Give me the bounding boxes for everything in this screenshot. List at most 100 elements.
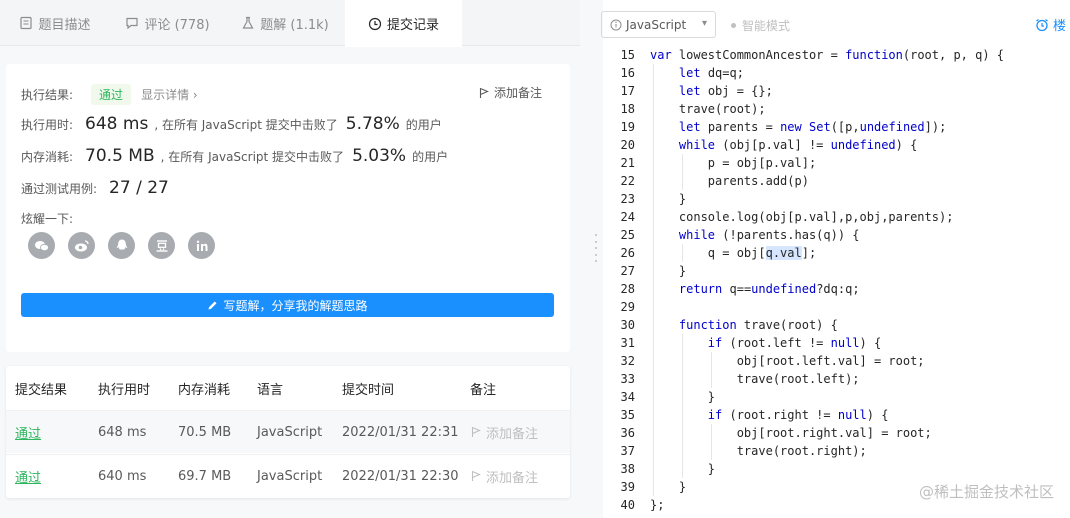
- history-button[interactable]: 楼: [1035, 15, 1066, 34]
- flag-icon: [479, 87, 489, 98]
- tab-submissions[interactable]: 提交记录: [345, 0, 462, 47]
- column-header: 提交时间: [342, 382, 395, 398]
- table-row[interactable]: 通过 648 ms 70.5 MB JavaScript 2022/01/31 …: [6, 410, 570, 453]
- wechat-icon[interactable]: [28, 232, 55, 259]
- runtime-percentile: 5.78%: [345, 114, 400, 134]
- code-line[interactable]: 30 function trave(root) {: [603, 316, 1070, 334]
- line-text: p = obj[p.val];: [650, 156, 817, 170]
- show-details-link[interactable]: 显示详情 ›: [141, 86, 198, 103]
- runtime-text: , 在所有 JavaScript 提交中击败了: [154, 118, 338, 132]
- line-text: obj[root.right.val] = root;: [650, 426, 932, 440]
- code-line[interactable]: 31 if (root.left != null) {: [603, 334, 1070, 352]
- memory-value: 70.5 MB: [85, 146, 155, 166]
- runtime-cell: 640 ms: [98, 468, 147, 484]
- tab-comments[interactable]: 评论 (778): [110, 0, 225, 46]
- add-note-button[interactable]: 添加备注: [478, 84, 542, 101]
- line-text: let obj = {};: [678, 84, 773, 98]
- line-text: let parents = new Set([p,undefined]);: [678, 120, 947, 134]
- column-header: 内存消耗: [178, 382, 231, 398]
- write-solution-button[interactable]: 写题解，分享我的解题思路: [21, 293, 554, 317]
- language-value: JavaScript: [626, 17, 687, 32]
- line-number: 21: [620, 156, 635, 170]
- line-number: 20: [620, 138, 635, 152]
- runtime-cell: 648 ms: [98, 424, 147, 440]
- code-line[interactable]: 17 let obj = {};: [603, 82, 1070, 100]
- line-text: obj[root.left.val] = root;: [650, 354, 925, 368]
- line-text: console.log(obj[p.val],p,obj,parents);: [650, 210, 954, 224]
- code-area[interactable]: 15 var lowestCommonAncestor = function(ro…: [603, 46, 1070, 518]
- line-text: }: [650, 264, 687, 278]
- code-line[interactable]: 16 let dq=q;: [603, 64, 1070, 82]
- runtime-label: 执行用时:: [21, 118, 74, 132]
- status-dot-icon: [731, 23, 736, 28]
- line-number: 36: [620, 426, 635, 440]
- code-line[interactable]: 20 while (obj[p.val] != undefined) {: [603, 136, 1070, 154]
- line-text: return q==undefined?dq:q;: [678, 282, 860, 296]
- code-line[interactable]: 32 obj[root.left.val] = root;: [603, 352, 1070, 370]
- column-header: 提交结果: [15, 382, 68, 398]
- code-line[interactable]: 26 q = obj[q.val];: [603, 244, 1070, 262]
- line-text: trave(root);: [650, 102, 766, 116]
- memory-cell: 69.7 MB: [178, 468, 232, 484]
- code-line[interactable]: 24 console.log(obj[p.val],p,obj,parents)…: [603, 208, 1070, 226]
- memory-label: 内存消耗:: [21, 150, 74, 164]
- clock-icon: [368, 17, 382, 30]
- add-note-button[interactable]: 添加备注: [470, 455, 538, 497]
- linkedin-icon[interactable]: [188, 232, 215, 259]
- code-line[interactable]: 27 }: [603, 262, 1070, 280]
- language-select[interactable]: JavaScript ▾: [601, 11, 716, 38]
- table-row[interactable]: 通过 640 ms 69.7 MB JavaScript 2022/01/31 …: [6, 454, 570, 497]
- code-line[interactable]: 33 trave(root.left);: [603, 370, 1070, 388]
- status-link[interactable]: 通过: [15, 455, 41, 497]
- weibo-icon[interactable]: [68, 232, 95, 259]
- line-text: var lowestCommonAncestor = function(root…: [650, 48, 1005, 62]
- result-card: 执行结果: 通过 显示详情 › 添加备注 执行用时: 648 ms , 在所有 …: [6, 64, 570, 352]
- add-note-button[interactable]: 添加备注: [470, 411, 538, 453]
- add-note-label: 添加备注: [486, 426, 539, 442]
- editor-toolbar: JavaScript ▾ 智能模式 楼: [601, 0, 1070, 46]
- code-line[interactable]: 23 }: [603, 190, 1070, 208]
- code-line[interactable]: 38 }: [603, 460, 1070, 478]
- status-label: 执行结果:: [21, 88, 74, 102]
- line-text: let dq=q;: [678, 66, 744, 80]
- smart-mode-toggle[interactable]: 智能模式: [731, 17, 790, 34]
- code-line[interactable]: 36 obj[root.right.val] = root;: [603, 424, 1070, 442]
- line-number: 26: [620, 246, 635, 260]
- alarm-clock-icon: [1036, 18, 1048, 31]
- line-number: 19: [620, 120, 635, 134]
- code-line[interactable]: 37 trave(root.right);: [603, 442, 1070, 460]
- memory-row: 内存消耗: 70.5 MB , 在所有 JavaScript 提交中击败了 5.…: [21, 146, 448, 166]
- tab-description[interactable]: 题目描述: [0, 0, 110, 46]
- qq-icon[interactable]: [108, 232, 135, 259]
- line-text: }: [650, 480, 687, 494]
- code-line[interactable]: 29: [603, 298, 1070, 316]
- code-line[interactable]: 34 }: [603, 388, 1070, 406]
- code-line[interactable]: 35 if (root.right != null) {: [603, 406, 1070, 424]
- code-line[interactable]: 21 p = obj[p.val];: [603, 154, 1070, 172]
- submission-panel: 题目描述 评论 (778) 题解 (1.1k) 提交记录 执行结果: 通过 显示…: [0, 0, 580, 518]
- douban-icon[interactable]: [148, 232, 175, 259]
- code-line[interactable]: 25 while (!parents.has(q)) {: [603, 226, 1070, 244]
- memory-suffix: 的用户: [412, 150, 449, 164]
- line-number: 34: [620, 390, 635, 404]
- code-line[interactable]: 18 trave(root);: [603, 100, 1070, 118]
- line-number: 31: [620, 336, 635, 350]
- tab-label: 题解 (1.1k): [260, 17, 329, 33]
- tab-solutions[interactable]: 题解 (1.1k): [225, 0, 345, 46]
- code-line[interactable]: 28 return q==undefined?dq:q;: [603, 280, 1070, 298]
- indent-guide: [711, 352, 712, 388]
- line-text: function trave(root) {: [678, 318, 838, 332]
- status-link[interactable]: 通过: [15, 411, 41, 453]
- code-line[interactable]: 19 let parents = new Set([p,undefined]);: [603, 118, 1070, 136]
- code-line[interactable]: 22 parents.add(p): [603, 172, 1070, 190]
- flag-icon: [471, 470, 481, 481]
- problem-tabs: 题目描述 评论 (778) 题解 (1.1k) 提交记录: [0, 0, 580, 47]
- code-line[interactable]: 15 var lowestCommonAncestor = function(ro…: [603, 46, 1070, 64]
- panel-resize-handle[interactable]: [580, 0, 603, 518]
- runtime-suffix: 的用户: [405, 118, 442, 132]
- line-number: 15: [620, 48, 635, 62]
- add-note-label: 添加备注: [493, 86, 542, 100]
- line-number: 38: [620, 462, 635, 476]
- line-number: 23: [620, 192, 635, 206]
- indent-guide: [711, 424, 712, 460]
